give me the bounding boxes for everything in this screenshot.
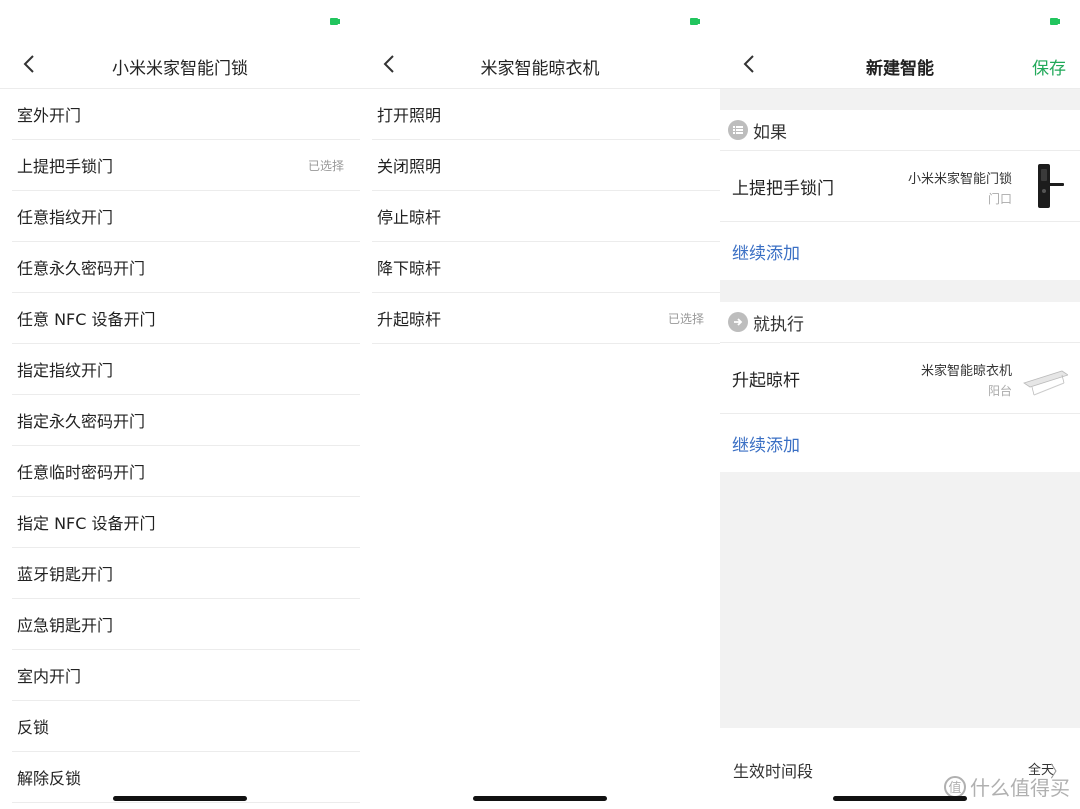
list-item-label: 解除反锁 [17,769,82,788]
home-indicator [473,796,607,801]
list-item-label: 任意永久密码开门 [17,259,146,278]
list-item-label: 任意临时密码开门 [17,463,146,482]
list-item[interactable]: 指定指纹开门 [12,344,360,395]
list-item-label: 任意 NFC 设备开门 [17,310,156,329]
device-name: 米家智能晾衣机 [920,364,1012,379]
page-title: 新建智能 [866,59,934,79]
list-item[interactable]: 任意 NFC 设备开门 [12,293,360,344]
add-action-button[interactable]: 继续添加 [720,414,1080,472]
then-section-title: 就执行 [753,314,804,335]
status-bar [720,0,1080,40]
action-row[interactable]: 升起晾杆 米家智能晾衣机 阳台 [720,343,1080,414]
then-section-header: 就执行 [720,302,1080,343]
home-indicator [833,796,967,801]
selected-badge: 已选择 [307,158,344,173]
list-item-label: 反锁 [17,718,50,737]
effective-period-label: 生效时间段 [733,762,814,781]
page-title: 小米米家智能门锁 [112,59,248,79]
list-item[interactable]: 关闭照明 [372,140,720,191]
list-item-label: 指定永久密码开门 [17,412,146,431]
status-bar [360,0,720,40]
list-item-label: 打开照明 [377,106,442,125]
if-section-title: 如果 [753,122,787,143]
list-item-label: 室外开门 [17,106,82,125]
list-item[interactable]: 降下晾杆 [372,242,720,293]
battery-icon [690,18,700,25]
list-item[interactable]: 打开照明 [372,89,720,140]
list-item[interactable]: 停止晾杆 [372,191,720,242]
list-item[interactable]: 任意指纹开门 [12,191,360,242]
condition-action: 上提把手锁门 [732,179,834,199]
list-item[interactable]: 蓝牙钥匙开门 [12,548,360,599]
clothes-dryer-actions-screen: 米家智能晾衣机 打开照明关闭照明停止晾杆降下晾杆升起晾杆 已选择 [360,0,720,809]
list-item[interactable]: 指定永久密码开门 [12,395,360,446]
battery-icon [330,18,340,25]
nav-bar: 米家智能晾衣机 [360,40,720,89]
action-list: 打开照明关闭照明停止晾杆降下晾杆升起晾杆 已选择 [360,89,720,344]
nav-bar: 新建智能 保存 [720,40,1080,89]
if-section-header: 如果 [720,110,1080,151]
list-icon [728,120,748,140]
device-name: 小米米家智能门锁 [907,172,1012,187]
arrow-right-icon [728,312,748,332]
list-item[interactable]: 反锁 [12,701,360,752]
list-item[interactable]: 任意临时密码开门 [12,446,360,497]
list-item-label: 停止晾杆 [377,208,442,227]
door-lock-image [1038,164,1064,208]
list-item[interactable]: 室外开门 [12,89,360,140]
list-item[interactable]: 上提把手锁门 已选择 [12,140,360,191]
page-title: 米家智能晾衣机 [480,59,600,79]
selected-badge: 已选择 [667,311,704,326]
list-item[interactable]: 任意永久密码开门 [12,242,360,293]
list-item-label: 降下晾杆 [377,259,442,278]
nav-bar: 小米米家智能门锁 [0,40,360,89]
condition-row[interactable]: 上提把手锁门 小米米家智能门锁 门口 [720,151,1080,222]
list-item[interactable]: 升起晾杆 已选择 [372,293,720,344]
list-item-label: 上提把手锁门 [17,157,114,176]
list-item-label: 任意指纹开门 [17,208,114,227]
clothes-dryer-image [1023,370,1068,396]
action-name: 升起晾杆 [732,371,800,391]
list-item-label: 应急钥匙开门 [17,616,114,635]
list-item-label: 指定 NFC 设备开门 [17,514,156,533]
add-condition-button[interactable]: 继续添加 [720,222,1080,280]
list-item-label: 蓝牙钥匙开门 [17,565,114,584]
watermark-text: 什么值得买 [970,776,1070,800]
save-button[interactable]: 保存 [1032,54,1066,79]
list-item-label: 室内开门 [17,667,82,686]
list-item-label: 升起晾杆 [377,310,442,329]
list-item-label: 指定指纹开门 [17,361,114,380]
list-item[interactable]: 室内开门 [12,650,360,701]
device-room: 阳台 [987,384,1012,398]
list-item[interactable]: 指定 NFC 设备开门 [12,497,360,548]
list-item[interactable]: 应急钥匙开门 [12,599,360,650]
new-automation-screen: 新建智能 保存 如果 上提把手锁门 小米米家智能门锁 门口 继续添加 就执行 升… [720,0,1080,809]
status-bar [0,0,360,40]
battery-icon [1050,18,1060,25]
action-list: 室外开门上提把手锁门 已选择任意指纹开门任意永久密码开门 任意 NFC 设备开门 指定… [0,89,360,803]
list-item-label: 关闭照明 [377,157,442,176]
home-indicator [113,796,247,801]
watermark-logo-icon: 值 [944,775,966,798]
device-room: 门口 [987,192,1012,206]
door-lock-actions-screen: 小米米家智能门锁 室外开门上提把手锁门 已选择任意指纹开门任意永久密码开门 任意 N… [0,0,360,809]
